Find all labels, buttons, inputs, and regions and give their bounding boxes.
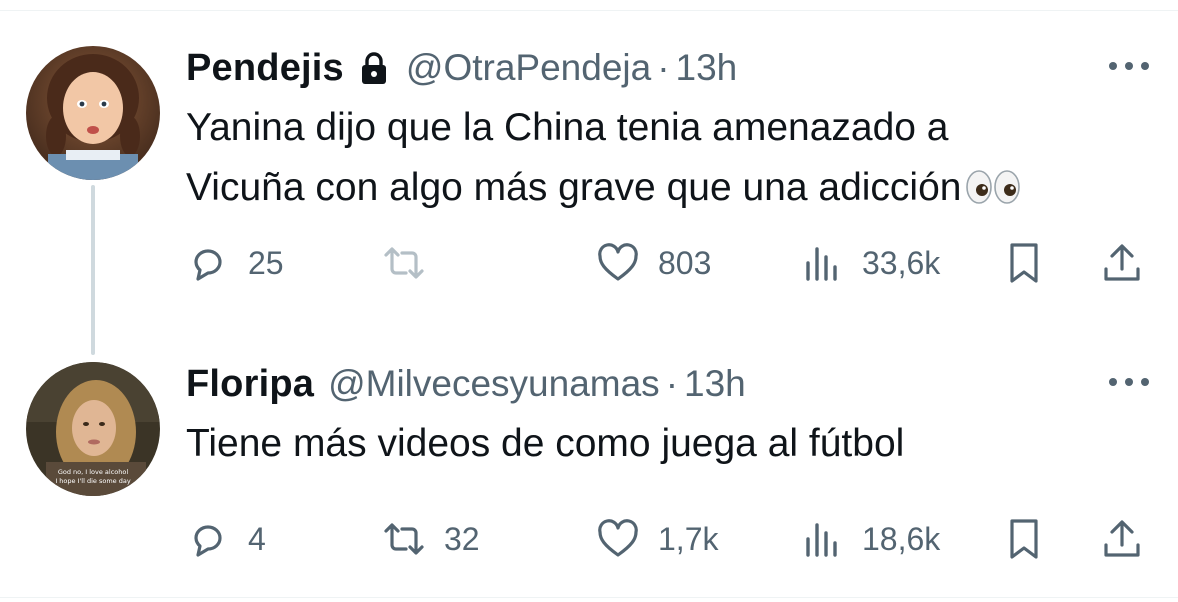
views-button[interactable]: 33,6k (800, 238, 940, 288)
views-icon (806, 523, 837, 557)
tweet-header: Floripa @Milvecesyunamas · 13h (186, 358, 1152, 410)
more-icon[interactable] (1106, 370, 1152, 394)
views-count: 18,6k (862, 520, 941, 557)
user-handle[interactable]: @Milvecesyunamas (328, 363, 660, 405)
like-icon (598, 243, 638, 281)
separator-dot: · (657, 47, 670, 88)
avatar[interactable] (26, 46, 160, 180)
bookmark-icon (1010, 243, 1038, 283)
share-button[interactable] (1100, 514, 1144, 564)
tweet[interactable]: Pendejis @OtraPendeja · 13h Yanina dijo … (186, 42, 1152, 283)
bottom-divider (0, 597, 1178, 598)
reply-icon (194, 525, 222, 557)
tweet-text-line-with-emoji: Vicuña con algo más grave que una adicci… (186, 158, 1152, 218)
timestamp[interactable]: 13h (684, 363, 746, 405)
display-name[interactable]: Pendejis (186, 47, 344, 90)
lock-icon (361, 52, 386, 84)
separator-dot: · (665, 363, 679, 404)
tweet-actions: 25 803 33,6k (186, 238, 1152, 288)
reply-count: 25 (248, 244, 284, 281)
tweet[interactable]: Floripa @Milvecesyunamas · 13h Tiene más… (186, 358, 1152, 559)
share-button[interactable] (1100, 238, 1144, 288)
retweet-icon (384, 523, 424, 555)
tweet-text-line: Tiene más videos de como juega al fútbol (186, 422, 905, 465)
share-icon (1104, 244, 1140, 281)
eyes-emoji (966, 170, 1021, 204)
like-button[interactable]: 803 (596, 238, 711, 288)
tweet-header: Pendejis @OtraPendeja · 13h (186, 42, 1152, 94)
like-icon (598, 519, 638, 557)
views-count: 33,6k (862, 244, 941, 281)
avatar-floripa-image: God no, I love alcohol I hope I'll die s… (26, 362, 160, 496)
display-name[interactable]: Floripa (186, 363, 314, 406)
retweet-button[interactable]: 32 (382, 514, 480, 564)
reply-button[interactable]: 4 (186, 514, 266, 564)
like-count: 803 (658, 244, 712, 281)
user-handle[interactable]: @OtraPendeja (406, 47, 651, 89)
retweet-count: 32 (444, 520, 480, 557)
reply-count: 4 (248, 520, 266, 557)
retweet-button[interactable] (382, 238, 444, 288)
reply-icon (194, 249, 222, 281)
bookmark-button[interactable] (1002, 238, 1046, 288)
like-count: 1,7k (658, 520, 719, 557)
share-icon (1104, 520, 1140, 557)
tweet-text: Yanina dijo que la China tenia amenazado… (186, 98, 1152, 218)
tweet-text-line: Yanina dijo que la China tenia amenazado… (186, 106, 949, 149)
bookmark-icon (1010, 519, 1038, 559)
views-button[interactable]: 18,6k (800, 514, 940, 564)
top-divider (0, 10, 1178, 11)
views-icon (806, 247, 837, 281)
avatar-pendejis-image (26, 46, 160, 180)
retweet-icon (384, 247, 424, 279)
bookmark-button[interactable] (1002, 514, 1046, 564)
more-icon[interactable] (1106, 54, 1152, 78)
avatar-caption-line2: I hope I'll die some day (55, 477, 131, 485)
tweet-text-line: Vicuña con algo más grave que una adicci… (186, 166, 962, 209)
avatar[interactable]: God no, I love alcohol I hope I'll die s… (26, 362, 160, 496)
avatar-caption-line1: God no, I love alcohol (58, 468, 129, 476)
thread-connector-line (91, 185, 95, 355)
tweet-actions: 4 32 1,7k 18,6k (186, 514, 1152, 564)
tweet-text: Tiene más videos de como juega al fútbol (186, 414, 1152, 474)
like-button[interactable]: 1,7k (596, 514, 718, 564)
reply-button[interactable]: 25 (186, 238, 284, 288)
timestamp[interactable]: 13h (676, 47, 738, 89)
